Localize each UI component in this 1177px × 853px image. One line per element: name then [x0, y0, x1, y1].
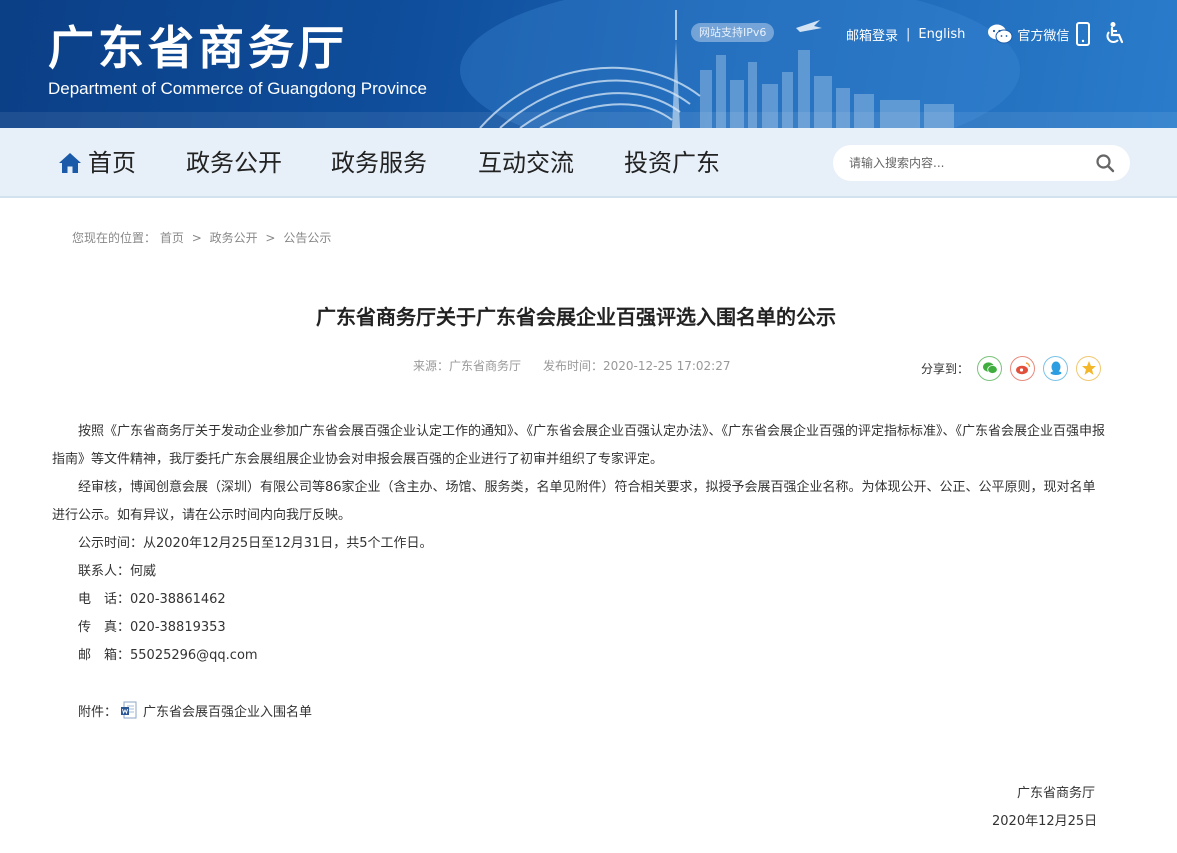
mail-login-link[interactable]: 邮箱登录	[846, 25, 898, 44]
word-doc-icon	[121, 701, 137, 719]
site-subtitle-en: Department of Commerce of Guangdong Prov…	[48, 79, 427, 98]
contact-email: 邮 箱：55025296@qq.com	[78, 648, 258, 663]
site-title: 广东省商务厅	[48, 21, 348, 75]
mobile-icon[interactable]	[1075, 22, 1091, 46]
contact-fax: 传 真：020-38819353	[78, 620, 226, 635]
header-banner: 广东省商务厅 Department of Commerce of Guangdo…	[0, 0, 1177, 128]
article-source: 来源：广东省商务厅	[413, 359, 522, 373]
nav-gov-affairs[interactable]: 政务公开	[186, 128, 282, 198]
share-wechat-button[interactable]	[977, 355, 1003, 381]
attachment-link[interactable]: 广东省会展百强企业入围名单	[143, 701, 312, 720]
wechat-link[interactable]: 官方微信	[987, 23, 1069, 45]
star-icon	[1081, 361, 1096, 375]
nav-gov-services[interactable]: 政务服务	[331, 128, 427, 198]
signature-date: 2020年12月25日	[992, 814, 1098, 829]
signature-org: 广东省商务厅	[1017, 786, 1096, 801]
article-publish-time: 发布时间：2020-12-25 17:02:27	[543, 359, 731, 373]
nav-interaction[interactable]: 互动交流	[478, 128, 574, 198]
english-link[interactable]: English	[918, 27, 965, 42]
nav-invest-guangdong[interactable]: 投资广东	[624, 128, 720, 198]
weibo-icon	[1015, 362, 1030, 375]
search-box	[833, 145, 1130, 181]
search-input[interactable]	[849, 153, 1079, 173]
main-nav: 首页 政务公开 政务服务 互动交流 投资广东	[0, 128, 1177, 198]
breadcrumb-separator: >	[265, 231, 276, 245]
top-link-separator: |	[906, 26, 911, 42]
share-label: 分享到：	[921, 361, 970, 376]
top-links: 邮箱登录 | English 官方微信	[846, 22, 1069, 46]
share-bar: 分享到：	[921, 355, 1109, 381]
attachment: 附件： 广东省会展百强企业入围名单	[78, 699, 312, 721]
nav-home[interactable]: 首页	[58, 128, 136, 198]
breadcrumb-separator: >	[191, 231, 202, 245]
wechat-icon	[982, 362, 998, 374]
article-title: 广东省商务厅关于广东省会展企业百强评选入围名单的公示	[316, 305, 836, 329]
article-body: 按照《广东省商务厅关于发动企业参加广东省会展百强企业认定工作的通知》、《广东省会…	[52, 418, 1106, 670]
article-paragraph: 经审核，博闻创意会展（深圳）有限公司等86家企业（含主办、场馆、服务类，名单见附…	[52, 480, 1096, 523]
notice-period: 公示时间：从2020年12月25日至12月31日，共5个工作日。	[78, 536, 433, 551]
breadcrumb: 您现在的位置： 首页 > 政务公开 > 公告公示	[72, 229, 331, 247]
share-qzone-button[interactable]	[1076, 355, 1102, 381]
breadcrumb-announcements[interactable]: 公告公示	[283, 231, 331, 245]
article-paragraph: 按照《广东省商务厅关于发动企业参加广东省会展百强企业认定工作的通知》、《广东省会…	[52, 424, 1106, 467]
share-qq-button[interactable]	[1043, 355, 1069, 381]
breadcrumb-home[interactable]: 首页	[160, 231, 184, 245]
share-weibo-button[interactable]	[1010, 355, 1036, 381]
qq-icon	[1050, 361, 1062, 375]
nav-home-label: 首页	[88, 149, 136, 177]
article-meta: 来源：广东省商务厅 发布时间：2020-12-25 17:02:27	[413, 357, 730, 375]
home-icon	[59, 153, 81, 173]
breadcrumb-gov-affairs[interactable]: 政务公开	[210, 231, 258, 245]
contact-phone: 电 话：020-38861462	[78, 592, 226, 607]
wechat-icon	[988, 24, 1013, 44]
accessibility-icon[interactable]	[1103, 21, 1127, 47]
wechat-label: 官方微信	[1017, 28, 1070, 44]
attachment-label: 附件：	[78, 704, 118, 720]
search-icon[interactable]	[1095, 153, 1115, 173]
contact-person: 联系人：何威	[78, 564, 157, 579]
breadcrumb-prefix: 您现在的位置：	[72, 231, 157, 245]
ipv6-badge: 网站支持IPv6	[691, 23, 775, 42]
